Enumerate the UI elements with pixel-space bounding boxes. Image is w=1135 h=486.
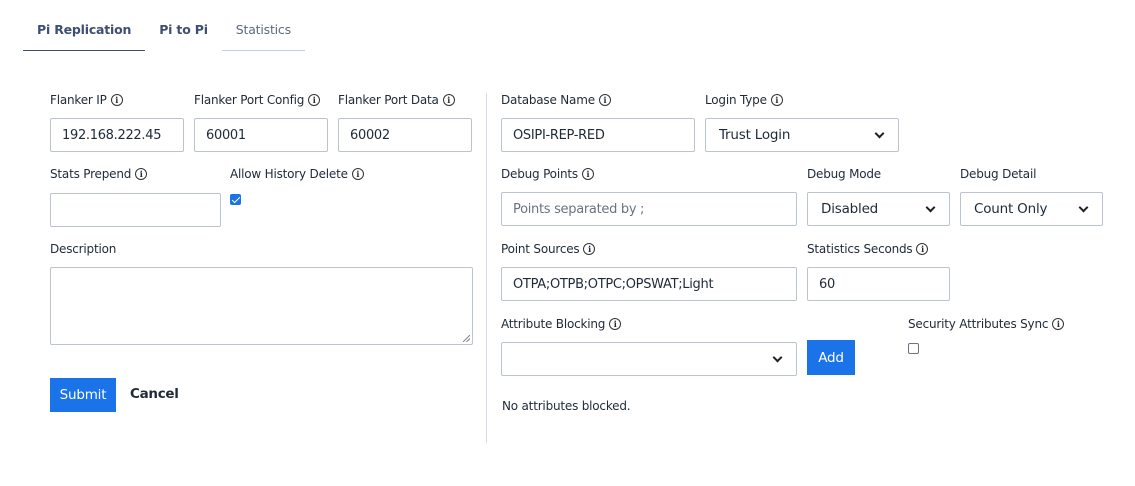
info-icon[interactable]: i: [110, 94, 123, 106]
debug-detail-label: Debug Detail: [960, 167, 1037, 181]
database-name-label: Database Name i: [501, 93, 611, 107]
info-icon[interactable]: i: [308, 94, 321, 106]
allow-history-delete-checkbox[interactable]: [230, 194, 241, 205]
debug-points-input[interactable]: Points separated by ;: [501, 192, 797, 226]
info-icon[interactable]: i: [581, 168, 594, 180]
flanker-port-data-label: Flanker Port Data i: [338, 93, 455, 107]
tab-statistics[interactable]: Statistics: [221, 14, 305, 51]
chevron-down-icon: [1078, 202, 1089, 212]
column-divider: [486, 93, 487, 443]
description-label: Description: [50, 242, 117, 256]
flanker-port-data-input[interactable]: 60002: [338, 118, 472, 152]
flanker-ip-label: Flanker IP i: [50, 93, 123, 107]
info-icon[interactable]: i: [1052, 318, 1065, 330]
flanker-port-config-label: Flanker Port Config i: [194, 93, 321, 107]
attribute-blocking-select[interactable]: [501, 342, 797, 376]
stats-prepend-label: Stats Prepend i: [50, 167, 148, 181]
flanker-ip-input[interactable]: 192.168.222.45: [50, 118, 184, 152]
security-attributes-sync-checkbox[interactable]: [908, 343, 919, 354]
description-textarea[interactable]: [50, 267, 473, 345]
login-type-select[interactable]: Trust Login: [705, 118, 899, 152]
chevron-down-icon: [772, 352, 783, 362]
chevron-down-icon: [925, 202, 936, 212]
debug-mode-select[interactable]: Disabled: [807, 192, 950, 226]
blocked-attributes-note: No attributes blocked.: [502, 399, 631, 413]
debug-detail-select[interactable]: Count Only: [960, 192, 1103, 226]
debug-points-label: Debug Points i: [501, 167, 594, 181]
stats-prepend-input[interactable]: [50, 193, 221, 227]
database-name-input[interactable]: OSIPI-REP-RED: [501, 118, 695, 152]
info-icon[interactable]: i: [916, 243, 929, 255]
info-icon[interactable]: i: [609, 318, 622, 330]
add-button[interactable]: Add: [807, 340, 855, 375]
submit-button[interactable]: Submit: [50, 378, 116, 412]
chevron-down-icon: [874, 128, 885, 138]
debug-mode-label: Debug Mode: [807, 167, 881, 181]
statistics-seconds-input[interactable]: 60: [807, 267, 950, 301]
flanker-port-config-input[interactable]: 60001: [194, 118, 328, 152]
info-icon[interactable]: i: [351, 168, 364, 180]
info-icon[interactable]: i: [583, 243, 596, 255]
tab-pi-to-pi[interactable]: Pi to Pi: [145, 14, 222, 51]
allow-history-delete-label: Allow History Delete i: [230, 167, 364, 181]
tab-pi-replication[interactable]: Pi Replication: [23, 14, 146, 51]
info-icon[interactable]: i: [770, 94, 783, 106]
info-icon[interactable]: i: [442, 94, 455, 106]
security-attributes-sync-label: Security Attributes Sync i: [908, 317, 1065, 331]
tab-bar: Pi Replication Pi to Pi Statistics: [23, 14, 305, 51]
point-sources-input[interactable]: OTPA;OTPB;OTPC;OPSWAT;Light: [501, 267, 797, 301]
login-type-label: Login Type i: [705, 93, 783, 107]
statistics-seconds-label: Statistics Seconds i: [807, 242, 929, 256]
info-icon[interactable]: i: [135, 168, 148, 180]
info-icon[interactable]: i: [598, 94, 611, 106]
attribute-blocking-label: Attribute Blocking i: [501, 317, 622, 331]
point-sources-label: Point Sources i: [501, 242, 596, 256]
cancel-button[interactable]: Cancel: [130, 386, 179, 402]
resize-handle[interactable]: [463, 335, 470, 342]
